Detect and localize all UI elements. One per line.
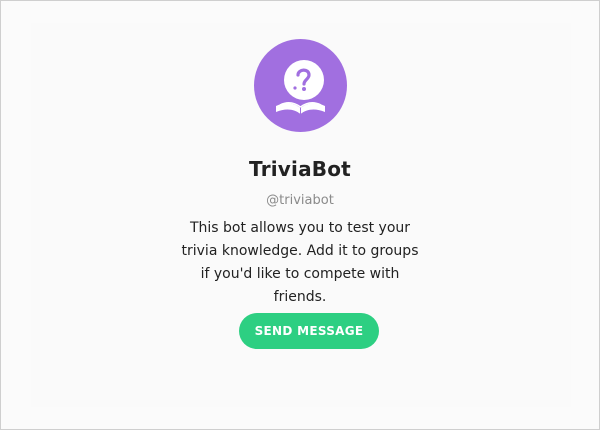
bot-description: This bot allows you to test your trivia …	[181, 220, 419, 305]
bot-avatar	[254, 39, 347, 132]
bot-name: TriviaBot	[249, 157, 351, 181]
send-message-button[interactable]: SEND MESSAGE	[239, 313, 379, 349]
book-question-icon	[254, 39, 347, 132]
bot-username: @triviabot	[266, 193, 334, 208]
